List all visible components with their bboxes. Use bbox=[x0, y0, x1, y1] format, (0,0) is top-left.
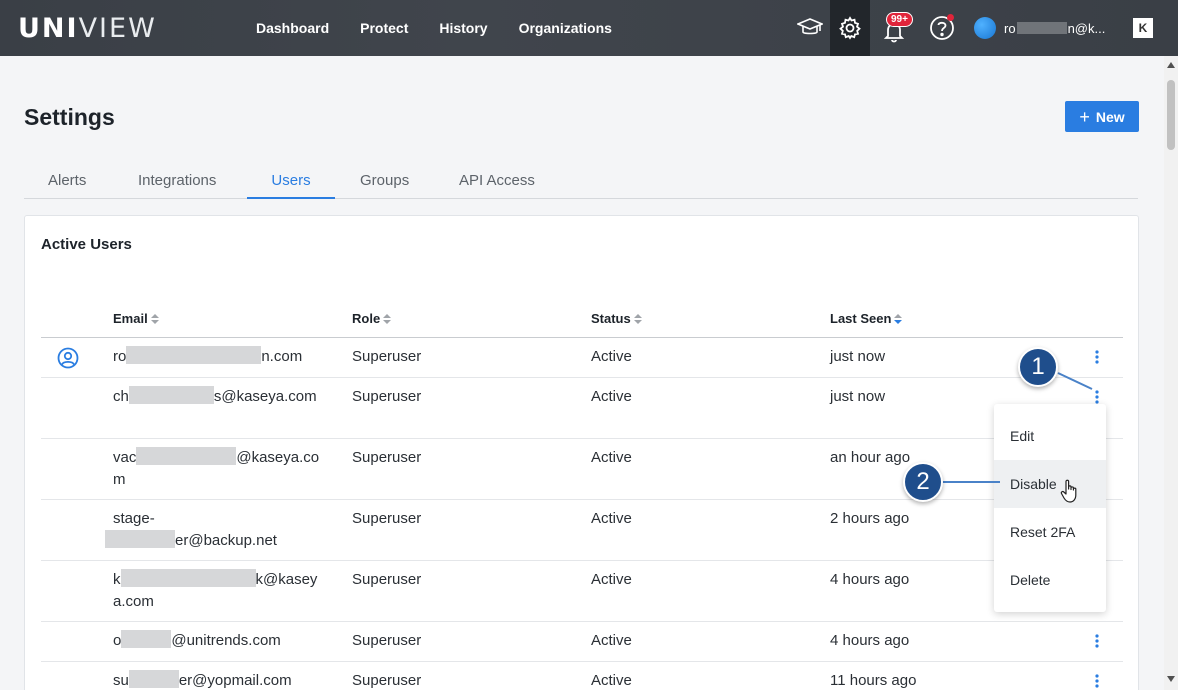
callout-badge-2: 2 bbox=[903, 462, 943, 502]
scroll-down-arrow-icon[interactable] bbox=[1167, 676, 1175, 682]
callout-1-line bbox=[1057, 372, 1093, 390]
scrollbar-thumb[interactable] bbox=[1167, 80, 1175, 150]
callout-badge-1: 1 bbox=[1018, 347, 1058, 387]
scroll-up-arrow-icon[interactable] bbox=[1167, 62, 1175, 68]
callout-lines bbox=[942, 372, 1093, 483]
page-scrollbar[interactable] bbox=[1164, 56, 1178, 690]
